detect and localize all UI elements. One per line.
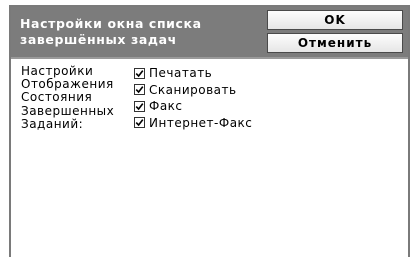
fax-checkbox[interactable] xyxy=(134,100,145,112)
check-icon xyxy=(135,69,144,77)
option-internet-fax[interactable]: Интернет-Факс xyxy=(134,115,252,132)
print-checkbox[interactable] xyxy=(134,67,145,79)
frame-right-border xyxy=(408,5,410,257)
button-column: OK Отменить xyxy=(264,7,408,57)
scan-option-label: Сканировать xyxy=(149,82,237,97)
job-list-settings-screen: Настройки окна списка завершённых задач … xyxy=(0,0,411,257)
settings-label: Настройки Отображения Состояния Завершен… xyxy=(21,64,143,131)
settings-label-line-5: Заданий: xyxy=(21,116,84,131)
display-options: Печатать Сканировать Факс Интернет-Факс xyxy=(134,65,252,131)
check-icon xyxy=(135,119,144,127)
dialog-title-line-1: Настройки окна списка xyxy=(20,16,202,31)
fax-option-label: Факс xyxy=(149,99,183,114)
cancel-button[interactable]: Отменить xyxy=(267,33,403,53)
dialog-title: Настройки окна списка завершённых задач xyxy=(20,16,260,48)
option-scan[interactable]: Сканировать xyxy=(134,82,252,99)
dialog-header: Настройки окна списка завершённых задач xyxy=(11,7,264,57)
settings-label-line-3: Состояния xyxy=(21,90,93,105)
settings-label-line-4: Завершенных xyxy=(21,103,115,118)
ok-button[interactable]: OK xyxy=(267,10,403,30)
dialog-title-line-2: завершённых задач xyxy=(20,32,177,47)
settings-panel: Настройки Отображения Состояния Завершен… xyxy=(11,59,408,257)
option-fax[interactable]: Факс xyxy=(134,98,252,115)
internet-fax-option-label: Интернет-Факс xyxy=(149,115,253,130)
scan-checkbox[interactable] xyxy=(134,84,145,96)
option-print[interactable]: Печатать xyxy=(134,65,252,82)
check-icon xyxy=(135,86,144,94)
check-icon xyxy=(135,102,144,110)
print-option-label: Печатать xyxy=(149,66,213,81)
internet-fax-checkbox[interactable] xyxy=(134,117,145,129)
